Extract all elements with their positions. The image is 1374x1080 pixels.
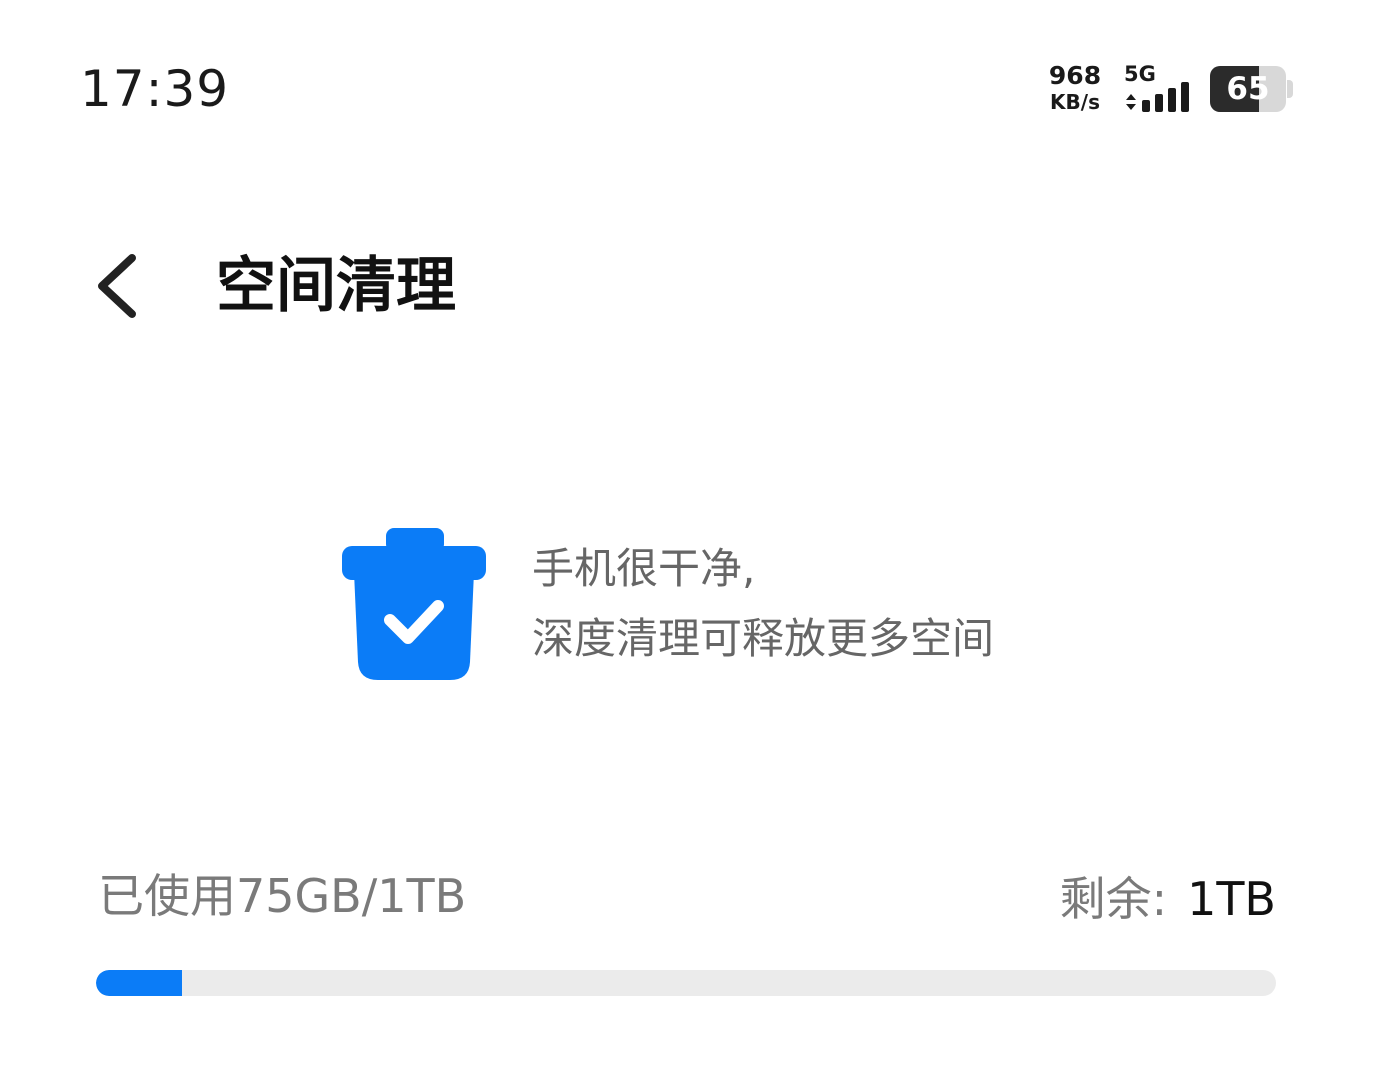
clean-status-line-1: 手机很干净,: [532, 544, 756, 593]
storage-remaining-value: 1TB: [1187, 872, 1276, 926]
battery-tip: [1287, 80, 1293, 98]
network-speed-indicator: 968 KB/s: [1044, 61, 1106, 115]
trash-check-icon: [340, 528, 488, 684]
status-time: 17:39: [80, 60, 230, 118]
storage-remaining-label: 剩余:: [1059, 872, 1168, 926]
network-speed-value: 968: [1048, 61, 1102, 90]
cellular-signal-icon: 5G: [1122, 62, 1200, 116]
clean-status-message: 手机很干净, 深度清理可释放更多空间: [532, 534, 994, 674]
page-title: 空间清理: [216, 251, 456, 321]
storage-progress-fill: [96, 970, 183, 996]
battery-level: 65: [1226, 71, 1270, 107]
signal-bars-icon: [1126, 82, 1189, 112]
storage-progress-bar: [96, 970, 1276, 996]
back-button[interactable]: [86, 246, 150, 326]
battery-icon: 65: [1210, 66, 1286, 112]
clean-status-line-2: 深度清理可释放更多空间: [532, 614, 995, 663]
network-speed-unit: KB/s: [1050, 90, 1100, 114]
storage-remaining: 剩余: 1TB: [1060, 866, 1276, 932]
storage-used-label: 已使用75GB/1TB: [98, 869, 467, 923]
status-bar: 17:39 968 KB/s 5G 65: [0, 0, 1374, 180]
chevron-left-icon: [98, 254, 136, 318]
